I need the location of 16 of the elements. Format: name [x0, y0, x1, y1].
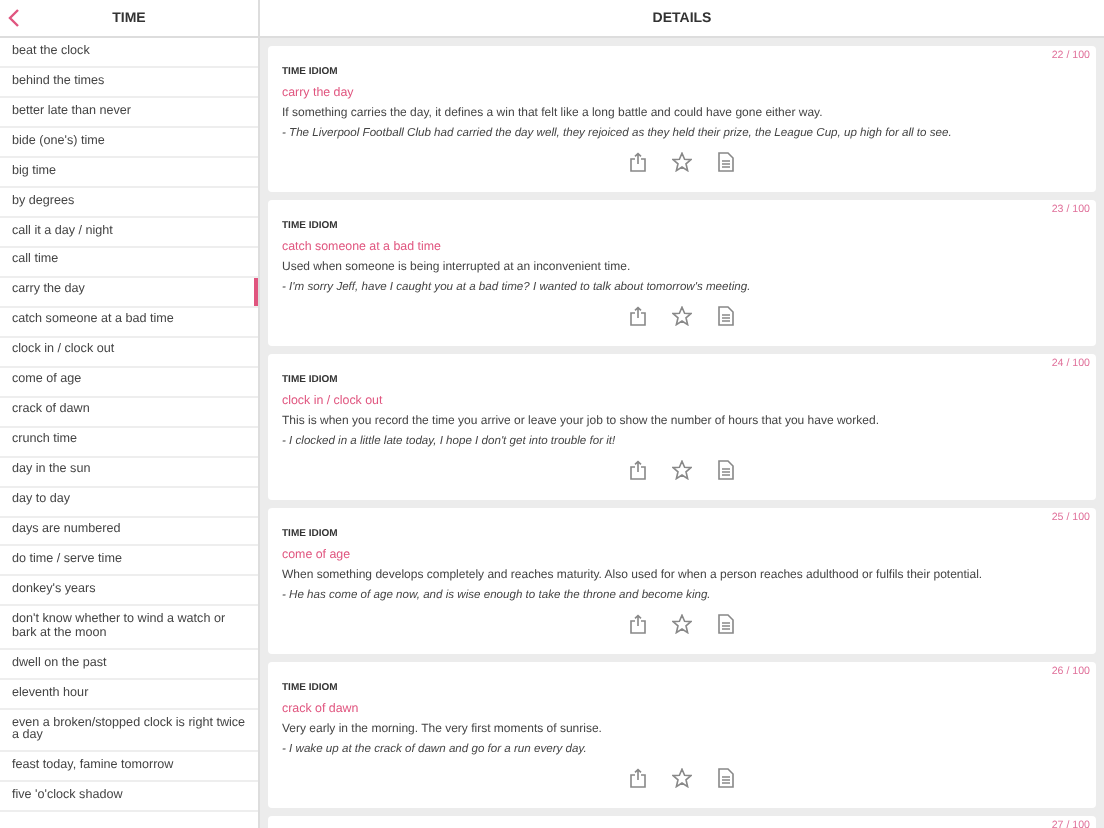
- star-icon[interactable]: [672, 768, 692, 788]
- star-icon[interactable]: [672, 460, 692, 480]
- back-icon[interactable]: [8, 8, 20, 28]
- share-icon[interactable]: [630, 306, 646, 326]
- document-icon[interactable]: [718, 460, 734, 480]
- share-icon[interactable]: [630, 768, 646, 788]
- share-icon[interactable]: [630, 460, 646, 480]
- document-icon[interactable]: [718, 614, 734, 634]
- document-icon[interactable]: [718, 152, 734, 172]
- document-icon[interactable]: [718, 306, 734, 326]
- star-icon[interactable]: [672, 152, 692, 172]
- share-icon[interactable]: [630, 614, 646, 634]
- document-icon[interactable]: [718, 768, 734, 788]
- share-icon[interactable]: [630, 152, 646, 172]
- star-icon[interactable]: [672, 614, 692, 634]
- star-icon[interactable]: [672, 306, 692, 326]
